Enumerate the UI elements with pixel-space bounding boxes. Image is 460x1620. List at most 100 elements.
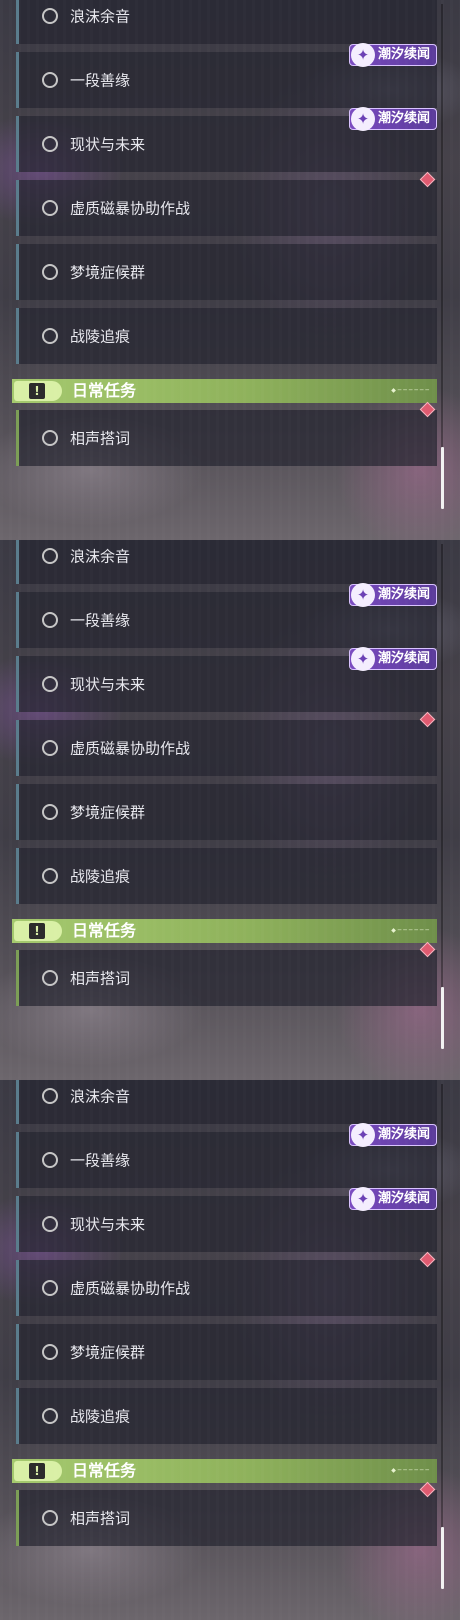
radio-icon[interactable] [42,1510,58,1526]
scrollbar-track[interactable] [441,4,443,509]
header-decoration: ◆ ─ ─ ─ ─ ─ ─ [391,927,429,934]
quest-label: 虚质磁暴协助作战 [70,739,191,758]
radio-icon[interactable] [42,1408,58,1424]
exclamation-icon: ! [14,1461,62,1481]
quest-label: 梦境症候群 [70,803,146,822]
radio-icon[interactable] [42,1152,58,1168]
diamond-marker-icon [419,401,436,418]
scrollbar-track[interactable] [441,544,443,1049]
tidal-echo-badge: ✦ 潮汐续闻 [348,43,437,67]
quest-item-xianzhuang-weilai[interactable]: ✦ 潮汐续闻 现状与未来 [16,107,437,172]
tidal-echo-badge: ✦ 潮汐续闻 [348,1187,437,1211]
section-title: 日常任务 [72,921,137,940]
quest-item-xuzhi-cibao[interactable]: 虚质磁暴协助作战 [16,171,437,236]
daily-section-header[interactable]: ! 日常任务 ◆ ─ ─ ─ ─ ─ ─ [12,1459,437,1483]
radio-icon[interactable] [42,264,58,280]
radio-icon[interactable] [42,430,58,446]
quest-label: 战陵追痕 [70,1407,131,1426]
tidal-echo-badge: ✦ 潮汐续闻 [348,647,437,671]
quest-label: 战陵追痕 [70,867,131,886]
quest-item-xiangsheng[interactable]: 相声搭词 [16,401,437,466]
diamond-marker-icon [419,711,436,728]
tidal-echo-badge: ✦ 潮汐续闻 [348,107,437,131]
quest-label: 浪沫余音 [70,7,131,26]
tidal-echo-badge: ✦ 潮汐续闻 [348,583,437,607]
radio-icon[interactable] [42,970,58,986]
quest-item-xuzhi-cibao[interactable]: 虚质磁暴协助作战 [16,1251,437,1316]
quest-label: 梦境症候群 [70,263,146,282]
quest-item-zhanling[interactable]: 战陵追痕 [16,848,437,904]
quest-label: 一段善缘 [70,71,131,90]
radio-icon[interactable] [42,868,58,884]
diamond-marker-icon [419,941,436,958]
tidal-echo-icon: ✦ [350,1187,375,1211]
radio-icon[interactable] [42,804,58,820]
tidal-echo-icon: ✦ [350,583,375,607]
section-title: 日常任务 [72,1461,137,1480]
scrollbar-thumb[interactable] [441,447,444,509]
diamond-marker-icon [419,1481,436,1498]
tidal-echo-icon: ✦ [350,43,375,67]
quest-label: 相声搭词 [70,429,131,448]
quest-label: 战陵追痕 [70,327,131,346]
quest-item-xiangsheng[interactable]: 相声搭词 [16,1481,437,1546]
header-decoration: ◆ ─ ─ ─ ─ ─ ─ [391,387,429,394]
quest-label: 梦境症候群 [70,1343,146,1362]
quest-item-xuzhi-cibao[interactable]: 虚质磁暴协助作战 [16,711,437,776]
section-title: 日常任务 [72,381,137,400]
quest-label: 浪沫余音 [70,1087,131,1106]
quest-item-mengjing[interactable]: 梦境症候群 [16,784,437,840]
quest-panel-frame-3: 浪沫余音 ✦ 潮汐续闻 一段善缘 ✦ 潮汐续闻 现状与未来 虚质磁暴协助作战 梦境症… [0,1080,460,1620]
radio-icon[interactable] [42,1216,58,1232]
quest-panel-frame-1: 浪沫余音 ✦ 潮汐续闻 一段善缘 ✦ 潮汐续闻 现状与未来 虚质磁暴协助作战 梦境症… [0,0,460,540]
scrollbar-thumb[interactable] [441,987,444,1049]
radio-icon[interactable] [42,1344,58,1360]
radio-icon[interactable] [42,136,58,152]
quest-item-langmo-yuyin[interactable]: 浪沫余音 [16,0,437,44]
quest-item-yiduan-shanyuan[interactable]: ✦ 潮汐续闻 一段善缘 [16,1123,437,1188]
quest-item-mengjing[interactable]: 梦境症候群 [16,1324,437,1380]
quest-label: 现状与未来 [70,135,146,154]
daily-section-header[interactable]: ! 日常任务 ◆ ─ ─ ─ ─ ─ ─ [12,919,437,943]
quest-item-yiduan-shanyuan[interactable]: ✦ 潮汐续闻 一段善缘 [16,583,437,648]
radio-icon[interactable] [42,612,58,628]
radio-icon[interactable] [42,328,58,344]
quest-item-zhanling[interactable]: 战陵追痕 [16,308,437,364]
tidal-echo-badge: ✦ 潮汐续闻 [348,1123,437,1147]
tidal-echo-icon: ✦ [350,1123,375,1147]
quest-item-xianzhuang-weilai[interactable]: ✦ 潮汐续闻 现状与未来 [16,1187,437,1252]
quest-label: 相声搭词 [70,1509,131,1528]
daily-section-header[interactable]: ! 日常任务 ◆ ─ ─ ─ ─ ─ ─ [12,379,437,403]
header-decoration: ◆ ─ ─ ─ ─ ─ ─ [391,1467,429,1474]
radio-icon[interactable] [42,1088,58,1104]
quest-item-xiangsheng[interactable]: 相声搭词 [16,941,437,1006]
quest-label: 现状与未来 [70,1215,146,1234]
radio-icon[interactable] [42,8,58,24]
diamond-marker-icon [419,171,436,188]
radio-icon[interactable] [42,676,58,692]
radio-icon[interactable] [42,200,58,216]
quest-label: 一段善缘 [70,1151,131,1170]
exclamation-icon: ! [14,921,62,941]
quest-item-xianzhuang-weilai[interactable]: ✦ 潮汐续闻 现状与未来 [16,647,437,712]
quest-item-langmo-yuyin[interactable]: 浪沫余音 [16,1080,437,1124]
quest-item-yiduan-shanyuan[interactable]: ✦ 潮汐续闻 一段善缘 [16,43,437,108]
diamond-marker-icon [419,1251,436,1268]
scrollbar-thumb[interactable] [441,1527,444,1589]
radio-icon[interactable] [42,72,58,88]
quest-item-mengjing[interactable]: 梦境症候群 [16,244,437,300]
quest-label: 浪沫余音 [70,547,131,566]
quest-label: 虚质磁暴协助作战 [70,199,191,218]
tidal-echo-icon: ✦ [350,647,375,671]
radio-icon[interactable] [42,740,58,756]
radio-icon[interactable] [42,1280,58,1296]
quest-item-langmo-yuyin[interactable]: 浪沫余音 [16,540,437,584]
scrollbar-track[interactable] [441,1084,443,1589]
quest-label: 现状与未来 [70,675,146,694]
quest-label: 虚质磁暴协助作战 [70,1279,191,1298]
tidal-echo-icon: ✦ [350,107,375,131]
radio-icon[interactable] [42,548,58,564]
quest-label: 一段善缘 [70,611,131,630]
quest-item-zhanling[interactable]: 战陵追痕 [16,1388,437,1444]
quest-panel-frame-2: 浪沫余音 ✦ 潮汐续闻 一段善缘 ✦ 潮汐续闻 现状与未来 虚质磁暴协助作战 梦境症… [0,540,460,1080]
